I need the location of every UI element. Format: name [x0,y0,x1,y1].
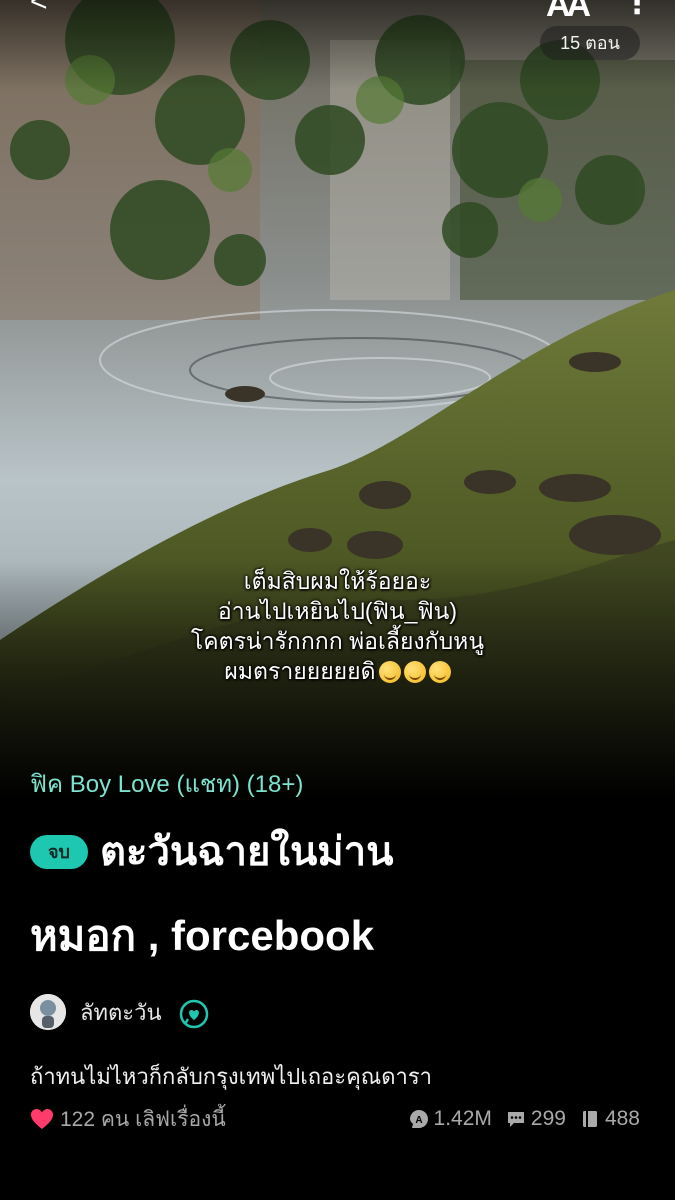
font-size-icon[interactable]: AA [546,0,591,24]
emoji-icon [403,661,426,683]
story-synopsis: ถ้าทนไม่ไหวก็กลับกรุงเทพไปเถอะคุณดารา [30,1064,433,1089]
story-category[interactable]: ฟิค Boy Love (แชท) (18+) [30,768,303,802]
story-stats: A 1.42M 299 488 [409,1102,640,1136]
heart-icon [31,1109,53,1129]
comment-icon [507,1112,524,1127]
likes-text: 122 คน เลิฟเรื่องนี้ [60,1107,226,1131]
status-badge: จบ [30,835,88,869]
author-name[interactable]: ลัทตะวัน [80,996,161,1030]
avatar-icon [30,994,66,1030]
back-icon[interactable]: < [30,0,58,17]
cover-overlay-text: เต็มสิบผมให้ร้อยอะ อ่านไปเหยินไป(ฟิน_ฟิน… [60,566,615,686]
cover-image: < AA ⋮ 15 ตอน เต็มสิบผมให้ร้อยอะ อ่านไปเ… [0,0,675,800]
chapters-count: 488 [604,1107,640,1130]
chapter-icon [582,1111,597,1127]
views-count: 1.42M [433,1107,492,1130]
svg-text:A: A [415,1115,422,1126]
comments-count: 299 [530,1107,566,1130]
story-title-line2: หมอก , forcebook [30,912,375,959]
likes-row[interactable]: 122 คน เลิฟเรื่องนี้ [30,1102,226,1136]
chapters-stat: 488 [580,1107,640,1131]
emoji-icon [428,661,451,683]
episode-count-badge: 15 ตอน [540,26,640,60]
comments-stat: 299 [506,1107,566,1131]
views-stat: A 1.42M [409,1107,492,1131]
views-icon: A [409,1110,428,1128]
story-title-line1: ตะวันฉายในม่าน [100,830,394,874]
author-avatar[interactable] [30,994,66,1030]
more-icon[interactable]: ⋮ [622,0,652,20]
chat-icon[interactable] [178,998,210,1030]
emoji-icon [378,661,401,683]
